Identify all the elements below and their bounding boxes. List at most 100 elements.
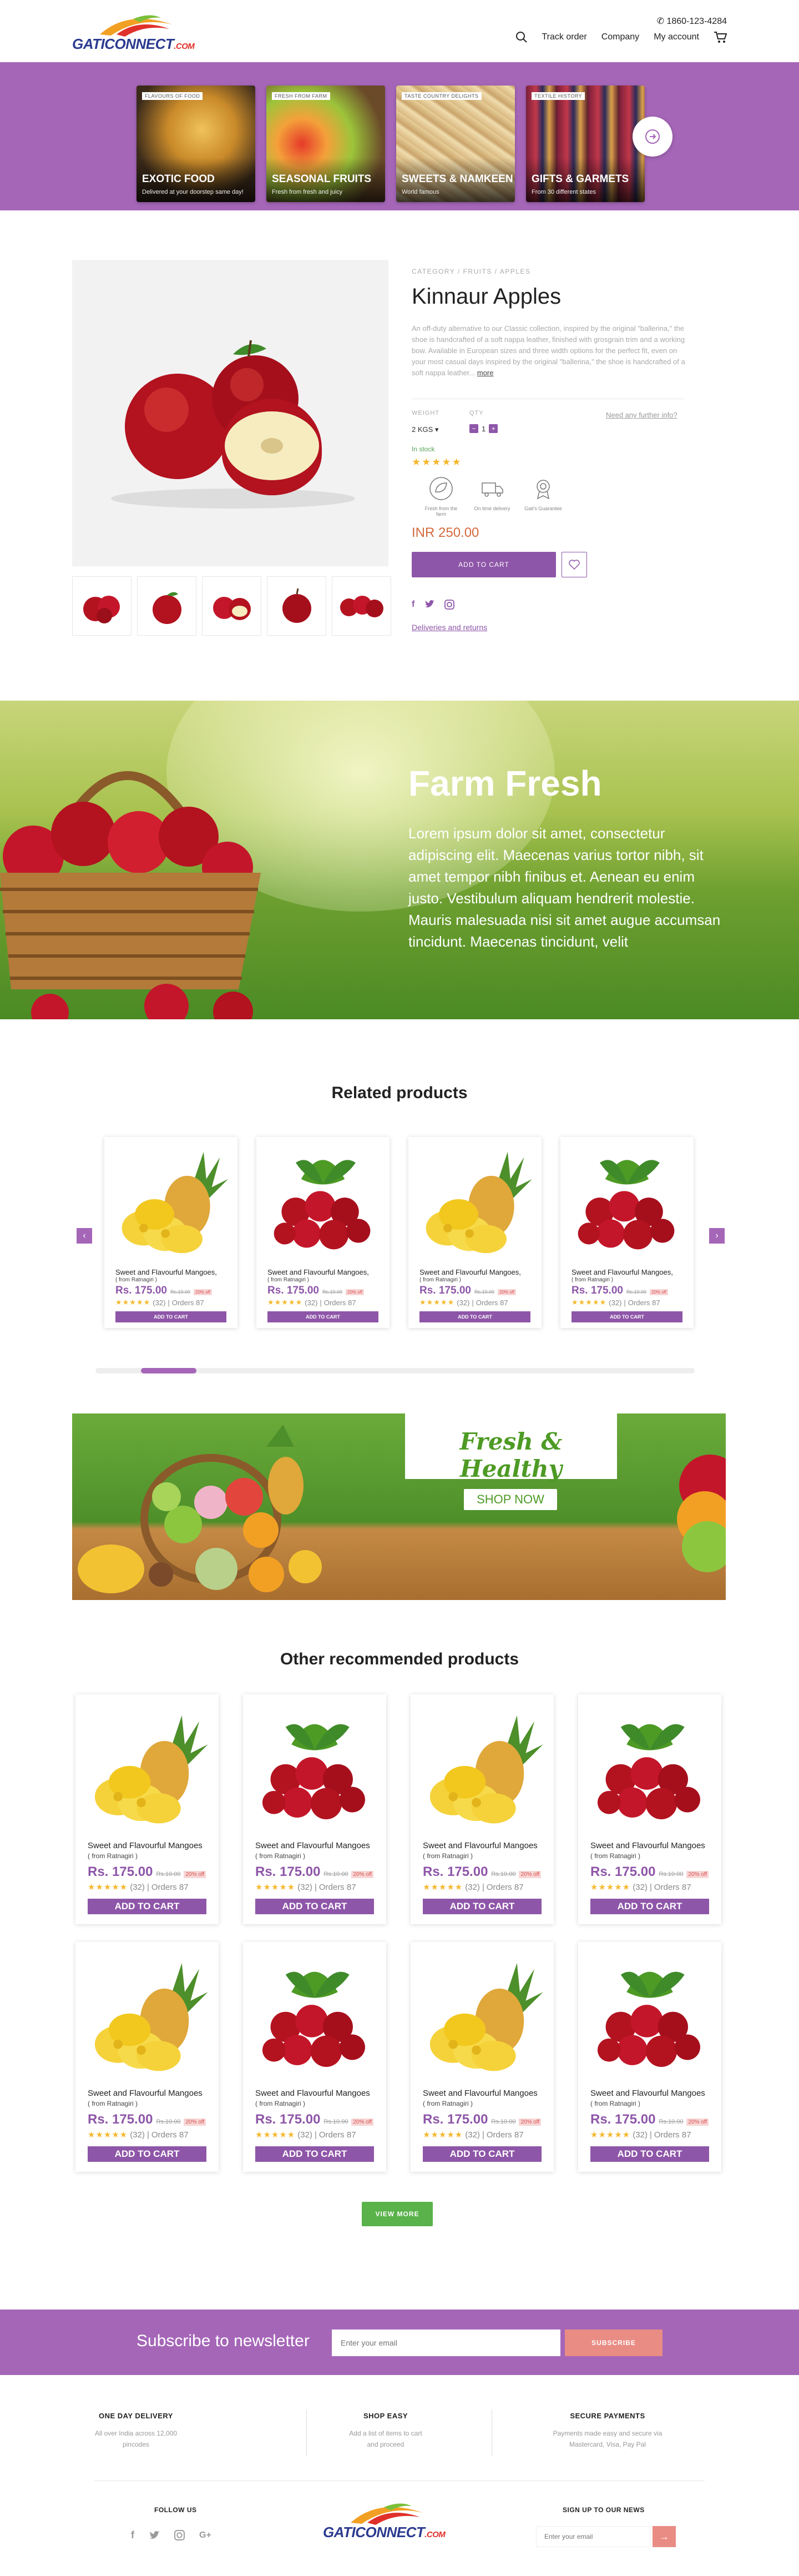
category-card-sweets-namkeen[interactable]: TASTE COUNTRY DELIGHTS SWEETS & NAMKEEN … (396, 85, 515, 202)
thumbnail-3[interactable] (202, 576, 261, 636)
product-card-name[interactable]: Sweet and Flavourful Mangoes (590, 1841, 705, 1850)
product-card-image[interactable] (586, 1950, 714, 2081)
qty-decrease-button[interactable]: − (469, 424, 478, 433)
product-card[interactable]: Sweet and Flavourful Mangoes,( from Ratn… (104, 1137, 237, 1328)
product-card-name[interactable]: Sweet and Flavourful Mangoes (88, 2089, 203, 2098)
product-card[interactable]: Sweet and Flavourful Mangoes,( from Ratn… (560, 1137, 694, 1328)
product-card[interactable]: Sweet and Flavourful Mangoes,( from Ratn… (408, 1137, 542, 1328)
related-prev-button[interactable]: ‹ (77, 1228, 92, 1244)
qty-increase-button[interactable]: + (489, 424, 498, 433)
product-card-image[interactable] (263, 1143, 383, 1259)
product-card-image[interactable] (418, 1702, 546, 1833)
stock-status: In stock (412, 445, 435, 453)
add-to-cart-button[interactable]: ADD TO CART (115, 1311, 226, 1322)
add-to-cart-button[interactable]: ADD TO CART (419, 1311, 530, 1322)
nav-track-order[interactable]: Track order (542, 32, 587, 42)
product-card-image[interactable] (567, 1143, 687, 1259)
add-to-cart-button[interactable]: ADD TO CART (423, 1899, 542, 1914)
need-info-link[interactable]: Need any further info? (606, 411, 677, 419)
nav-company[interactable]: Company (601, 32, 639, 42)
instagram-icon[interactable] (174, 2530, 185, 2540)
google-plus-icon[interactable]: G+ (199, 2530, 211, 2540)
facebook-icon[interactable]: f (412, 600, 414, 610)
product-card-image[interactable] (415, 1143, 535, 1259)
related-scrollbar[interactable] (95, 1368, 695, 1373)
instagram-icon[interactable] (444, 600, 455, 610)
product-card-image[interactable] (83, 1702, 211, 1833)
thumbnail-5[interactable] (332, 576, 391, 636)
divider: | (314, 1882, 317, 1892)
add-to-cart-button[interactable]: ADD TO CART (267, 1311, 378, 1322)
footer-email-input[interactable] (536, 2526, 650, 2547)
product-card-name[interactable]: Sweet and Flavourful Mangoes (590, 2089, 705, 2098)
category-card-exotic-food[interactable]: FLAVOURS OF FOOD EXOTIC FOOD Delivered a… (136, 85, 255, 202)
subscribe-button[interactable]: SUBSCRIBE (565, 2330, 663, 2356)
product-card-image[interactable] (111, 1143, 231, 1259)
category-card-gifts-garmets[interactable]: TEXTILE HISTORY GIFTS & GARMETS From 30 … (526, 85, 645, 202)
product-card-image[interactable] (251, 1950, 378, 2081)
more-link[interactable]: more (477, 369, 494, 377)
product-card[interactable]: Sweet and Flavourful Mangoes,( from Ratn… (256, 1137, 390, 1328)
product-card-name[interactable]: Sweet and Flavourful Mangoes (423, 1841, 538, 1850)
product-card[interactable]: Sweet and Flavourful Mangoes ( from Ratna… (75, 1694, 219, 1924)
add-to-cart-button[interactable]: ADD TO CART (255, 1899, 374, 1914)
product-card[interactable]: Sweet and Flavourful Mangoes ( from Ratna… (411, 1694, 554, 1924)
phone-number[interactable]: ✆ 1860-123-4284 (657, 16, 727, 27)
footer-logo[interactable]: GATICONNECT.COM (323, 2498, 456, 2543)
nav-my-account[interactable]: My account (654, 32, 699, 42)
product-card[interactable]: Sweet and Flavourful Mangoes ( from Ratna… (243, 1942, 386, 2172)
add-to-cart-button[interactable]: ADD TO CART (88, 1899, 206, 1914)
divider: | (472, 1298, 474, 1307)
breadcrumb[interactable]: CATEGORY / FRUITS / APPLES (412, 268, 530, 275)
fresh-healthy-banner[interactable]: Fresh & Healthy SHOP NOW (72, 1413, 726, 1600)
twitter-icon[interactable] (424, 600, 435, 608)
cart-icon[interactable] (714, 31, 727, 43)
carousel-next-button[interactable] (633, 117, 672, 157)
search-icon[interactable] (515, 31, 528, 43)
add-to-cart-button[interactable]: ADD TO CART (590, 2146, 709, 2162)
twitter-icon[interactable] (149, 2530, 160, 2540)
scrollbar-thumb[interactable] (141, 1368, 196, 1373)
category-card-seasonal-fruits[interactable]: FRESH FROM FARM SEASONAL FRUITS Fresh fr… (266, 85, 385, 202)
add-to-cart-button[interactable]: ADD TO CART (423, 2146, 542, 2162)
thumbnail-4[interactable] (267, 576, 326, 636)
product-card[interactable]: Sweet and Flavourful Mangoes ( from Ratna… (75, 1942, 219, 2172)
view-more-button[interactable]: VIEW MORE (362, 2202, 433, 2226)
weight-select[interactable]: 2 KGS ▾ (412, 425, 438, 434)
footer-submit-button[interactable]: → (653, 2526, 676, 2547)
thumbnail-1[interactable] (72, 576, 132, 636)
product-card-image[interactable] (418, 1950, 546, 2081)
product-card-name[interactable]: Sweet and Flavourful Mangoes, (115, 1268, 217, 1276)
add-to-cart-button[interactable]: ADD TO CART (412, 552, 556, 577)
product-main-image[interactable] (72, 260, 388, 566)
add-to-cart-button[interactable]: ADD TO CART (88, 2146, 206, 2162)
add-to-cart-button[interactable]: ADD TO CART (572, 1311, 682, 1322)
add-to-cart-button[interactable]: ADD TO CART (590, 1899, 709, 1914)
add-to-cart-button[interactable]: ADD TO CART (255, 2146, 374, 2162)
product-card-image[interactable] (251, 1702, 378, 1833)
product-card-name[interactable]: Sweet and Flavourful Mangoes, (267, 1268, 369, 1276)
product-card-name[interactable]: Sweet and Flavourful Mangoes, (419, 1268, 521, 1276)
shop-now-button[interactable]: SHOP NOW (464, 1489, 557, 1510)
product-card[interactable]: Sweet and Flavourful Mangoes ( from Ratna… (243, 1694, 386, 1924)
deliveries-returns-link[interactable]: Deliveries and returns (412, 623, 487, 632)
product-card-name[interactable]: Sweet and Flavourful Mangoes, (572, 1268, 673, 1276)
newsletter-email-input[interactable] (332, 2330, 560, 2356)
qty-value[interactable]: 1 (482, 425, 486, 433)
product-description: An off-duty alternative to our Classic c… (412, 324, 685, 377)
product-card[interactable]: Sweet and Flavourful Mangoes ( from Ratna… (578, 1942, 721, 2172)
product-card-name[interactable]: Sweet and Flavourful Mangoes (255, 1841, 370, 1850)
related-next-button[interactable]: › (709, 1228, 725, 1244)
site-logo[interactable]: GATICONNECT.COM (72, 10, 205, 54)
wishlist-button[interactable] (562, 552, 587, 577)
product-card-image[interactable] (586, 1702, 714, 1833)
facebook-icon[interactable]: f (131, 2529, 134, 2541)
product-card[interactable]: Sweet and Flavourful Mangoes ( from Ratna… (411, 1942, 554, 2172)
product-card-name[interactable]: Sweet and Flavourful Mangoes (255, 2089, 370, 2098)
thumbnail-2[interactable] (137, 576, 196, 636)
footer-secure-payments: SECURE PAYMENTS Payments made easy and s… (516, 2412, 699, 2450)
product-card[interactable]: Sweet and Flavourful Mangoes ( from Ratna… (578, 1694, 721, 1924)
product-card-name[interactable]: Sweet and Flavourful Mangoes (423, 2089, 538, 2098)
product-card-name[interactable]: Sweet and Flavourful Mangoes (88, 1841, 203, 1850)
product-card-image[interactable] (83, 1950, 211, 2081)
